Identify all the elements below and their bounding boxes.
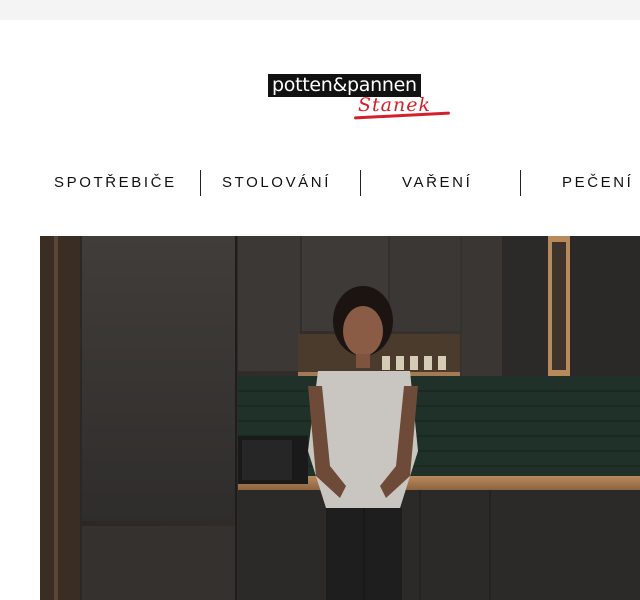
nav-item-vareni[interactable]: VAŘENÍ	[402, 170, 472, 196]
kitchen-photo-illustration	[40, 236, 640, 600]
main-navigation: SPOTŘEBIČE STOLOVÁNÍ VAŘENÍ PEČENÍ	[0, 170, 640, 196]
nav-separator	[200, 170, 201, 196]
nav-item-spotrebice[interactable]: SPOTŘEBIČE	[54, 170, 177, 196]
site-logo[interactable]: potten&pannen Stanek	[268, 74, 452, 120]
nav-item-peceni[interactable]: PEČENÍ	[562, 170, 633, 196]
nav-separator	[360, 170, 361, 196]
top-utility-bar	[0, 0, 640, 20]
nav-item-stolovani[interactable]: STOLOVÁNÍ	[222, 170, 331, 196]
hero-image[interactable]	[40, 236, 640, 600]
nav-separator	[520, 170, 521, 196]
